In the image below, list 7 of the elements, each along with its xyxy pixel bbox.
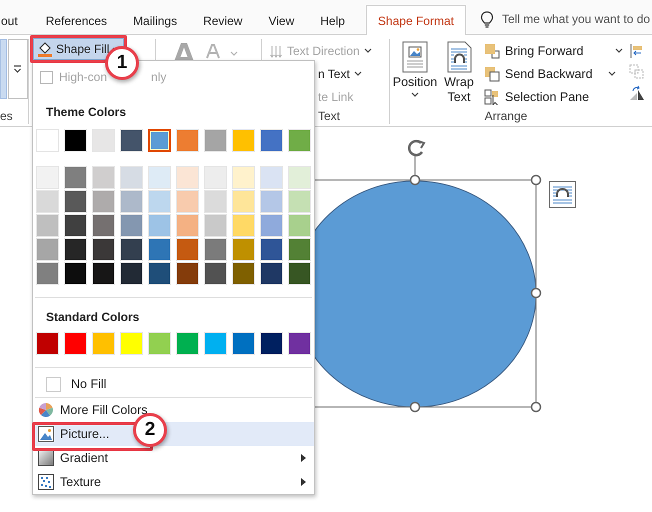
group-label: Text: [317, 108, 342, 124]
group-label: Arrange: [484, 108, 528, 124]
checkbox-label: High-con: [59, 70, 108, 84]
group-label: es: [0, 108, 14, 124]
section-heading: Standard Colors: [45, 309, 140, 326]
section-heading: Theme Colors: [45, 104, 128, 121]
checkbox-label: nly: [151, 70, 166, 84]
